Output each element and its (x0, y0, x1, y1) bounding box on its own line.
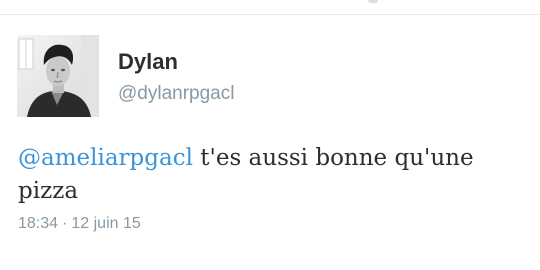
avatar-photo (17, 35, 99, 117)
author-screen-name[interactable]: @dylanrpgacl (118, 82, 234, 106)
mention-link[interactable]: @ameliarpgacl (18, 145, 193, 171)
meta-separator: · (62, 215, 68, 232)
avatar[interactable] (17, 35, 99, 117)
previous-tweet-edge (368, 0, 378, 3)
tweet-date: 12 juin 15 (71, 215, 141, 232)
tweet-card[interactable]: Dylan @dylanrpgacl @ameliarpgacl t'es au… (0, 15, 540, 270)
tweet-timestamp[interactable]: 18:34 · 12 juin 15 (18, 214, 141, 234)
tweet-time: 18:34 (18, 215, 59, 232)
tweet-text: @ameliarpgacl t'es aussi bonne qu'une pi… (18, 142, 523, 208)
author-display-name[interactable]: Dylan (118, 49, 178, 75)
